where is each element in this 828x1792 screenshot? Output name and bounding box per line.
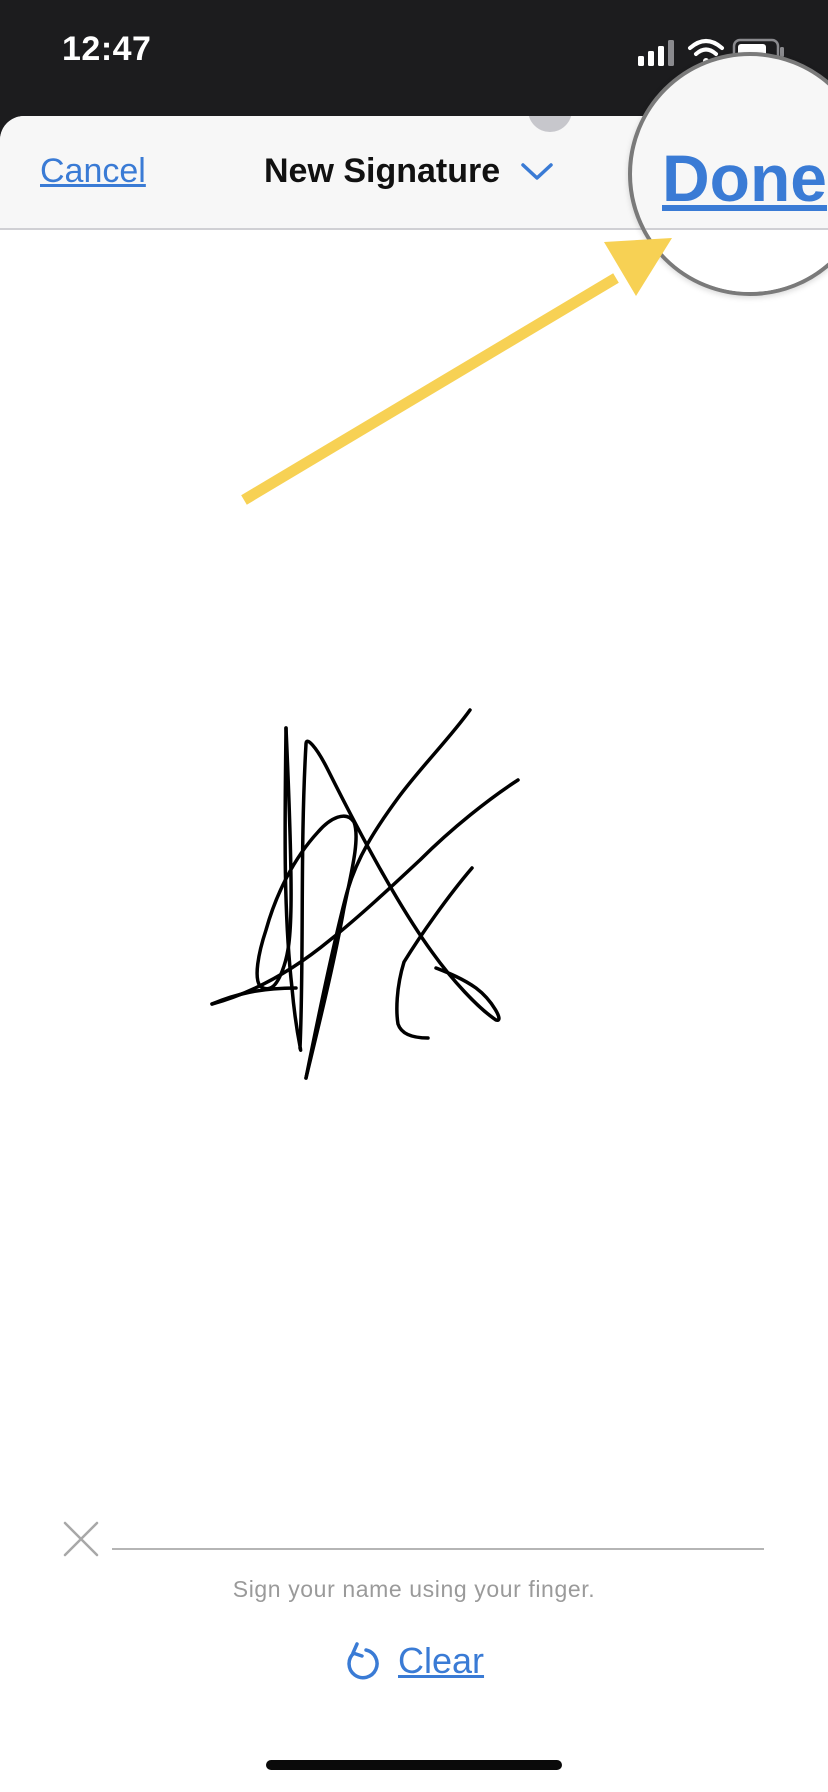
x-mark-icon bbox=[63, 1521, 99, 1557]
screen: 12:47 Cancel New Signature Done Sign you… bbox=[0, 0, 828, 1792]
done-button[interactable]: Done bbox=[662, 140, 827, 216]
home-indicator[interactable] bbox=[266, 1760, 562, 1770]
clear-button[interactable]: Clear bbox=[344, 1640, 484, 1682]
magnifier-content-area bbox=[632, 230, 828, 292]
signature-title-menu[interactable]: New Signature bbox=[264, 152, 554, 191]
page-title: New Signature bbox=[264, 152, 501, 190]
magnifier-divider bbox=[632, 228, 828, 230]
signature-strokes bbox=[210, 708, 520, 1080]
signature-sheet: Cancel New Signature bbox=[0, 116, 828, 1792]
signature-hint: Sign your name using your finger. bbox=[232, 1576, 596, 1602]
cellular-signal-icon bbox=[638, 40, 674, 66]
signature-baseline bbox=[112, 1548, 764, 1550]
signature-canvas[interactable] bbox=[0, 348, 828, 1568]
undo-arrow-icon bbox=[347, 1642, 379, 1680]
clear-label: Clear bbox=[398, 1640, 485, 1681]
cancel-button[interactable]: Cancel bbox=[40, 152, 146, 191]
chevron-down-icon bbox=[521, 162, 553, 180]
status-time: 12:47 bbox=[62, 30, 152, 68]
